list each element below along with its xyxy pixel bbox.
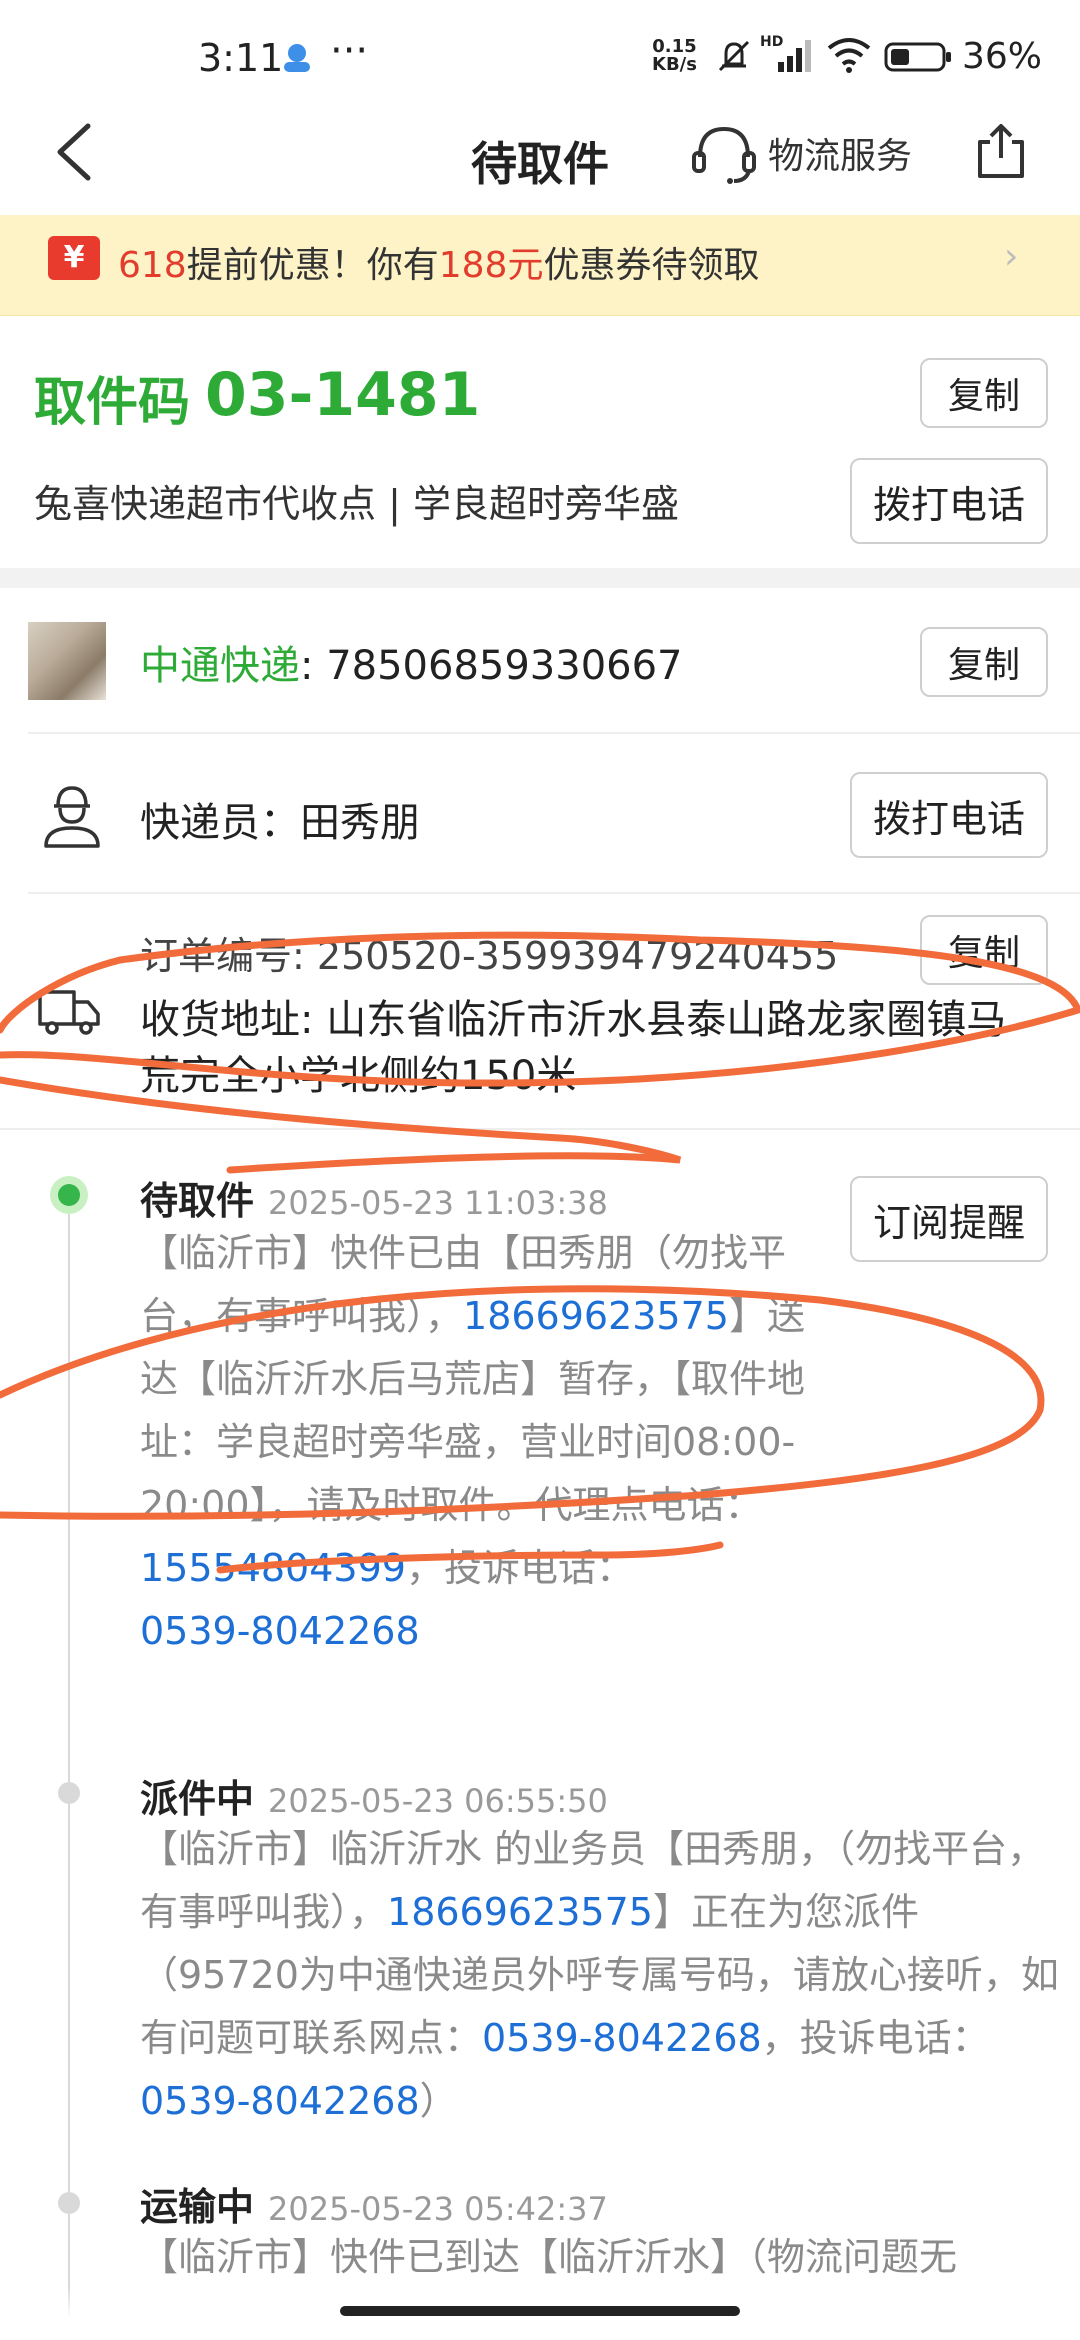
carrier-name: 中通快递	[140, 643, 300, 689]
app-notification-icon	[284, 44, 310, 72]
headset-icon	[692, 126, 756, 184]
promo-text[interactable]: 618提前优惠！你有188元优惠券待领取	[118, 236, 759, 288]
call-store-button[interactable]: 拨打电话	[850, 458, 1048, 544]
call-courier-button[interactable]: 拨打电话	[850, 772, 1048, 858]
section-gap	[0, 568, 1080, 588]
coupon-icon: ¥	[48, 236, 100, 280]
battery-icon	[884, 42, 951, 72]
wifi-icon	[827, 38, 871, 73]
status-time: 3:11	[198, 36, 284, 80]
logistics-service-button[interactable]: 物流服务	[690, 118, 912, 188]
logistics-service-label: 物流服务	[768, 136, 913, 177]
share-icon[interactable]	[976, 120, 1026, 180]
order-number: 订单编号: 250520-359939479240455	[140, 934, 839, 978]
timeline-event-header: 运输中 2025-05-23 05:42:37	[140, 2176, 608, 2231]
tracking-number-line: 中通快递: 78506859330667	[140, 643, 683, 689]
pickup-store: 兔喜快递超市代收点 | 学良超时旁华盛	[34, 482, 679, 526]
event-time: 2025-05-23 06:55:50	[268, 1782, 608, 1820]
event-description: 【临沂市】快件已到达【临沂沂水】（物流问题无	[140, 2235, 958, 2279]
courier-name: 快递员：田秀朋	[140, 800, 420, 846]
product-thumbnail[interactable]	[28, 622, 106, 700]
courier-person-icon	[44, 786, 100, 848]
divider	[28, 892, 1080, 894]
event-description: 【临沂市】快件已由【田秀朋（勿找平台，有事呼叫我），18669623575】送达…	[140, 1231, 806, 1653]
phone-link[interactable]: 15554804399	[140, 1546, 406, 1590]
tracking-number: 78506859330667	[326, 643, 683, 689]
timeline-dot	[58, 1782, 80, 1804]
copy-pickup-code-button[interactable]: 复制	[920, 358, 1048, 428]
pickup-code: 03-1481	[205, 360, 481, 430]
timeline-dot	[58, 2192, 80, 2214]
battery-percent: 36%	[962, 36, 1043, 77]
signal-icon: HD	[760, 34, 811, 72]
truck-icon	[38, 990, 100, 1035]
page-title: 待取件	[471, 137, 609, 191]
home-indicator[interactable]	[340, 2306, 740, 2316]
event-description: 【临沂市】临沂沂水 的业务员【田秀朋，（勿找平台，有事呼叫我），18669623…	[140, 1827, 1059, 2123]
timeline-line	[68, 1190, 70, 2340]
phone-link[interactable]: 18669623575	[387, 1890, 653, 1934]
subscribe-reminder-button[interactable]: 订阅提醒	[850, 1176, 1048, 1262]
pickup-code-label: 取件码	[34, 373, 191, 433]
event-status: 待取件	[140, 1179, 255, 1223]
copy-tracking-button[interactable]: 复制	[920, 627, 1048, 697]
divider	[0, 1128, 1080, 1130]
mute-icon	[718, 40, 750, 72]
svg-text:HD: HD	[760, 34, 783, 50]
timeline-dot-active	[50, 1176, 88, 1214]
event-time: 2025-05-23 05:42:37	[268, 2190, 608, 2228]
timeline-event-header: 派件中 2025-05-23 06:55:50	[140, 1768, 608, 1823]
event-status: 派件中	[140, 1777, 255, 1821]
divider	[28, 732, 1080, 734]
timeline-event-header: 待取件 2025-05-23 11:03:38	[140, 1170, 608, 1225]
copy-order-button[interactable]: 复制	[920, 915, 1048, 985]
more-notifications-icon: ···	[330, 28, 369, 74]
chevron-right-icon: ›	[1004, 236, 1019, 277]
phone-link[interactable]: 0539-8042268	[140, 1609, 420, 1653]
delivery-address: 收货地址: 山东省临沂市沂水县泰山路龙家圈镇马荒完全小学北侧约150米	[140, 997, 1007, 1099]
phone-link[interactable]: 18669623575	[463, 1294, 729, 1338]
phone-link[interactable]: 0539-8042268	[482, 2016, 762, 2060]
event-status: 运输中	[140, 2185, 255, 2229]
phone-link[interactable]: 0539-8042268	[140, 2079, 420, 2123]
net-speed: 0.15 KB/s	[652, 36, 697, 75]
event-time: 2025-05-23 11:03:38	[268, 1184, 608, 1222]
